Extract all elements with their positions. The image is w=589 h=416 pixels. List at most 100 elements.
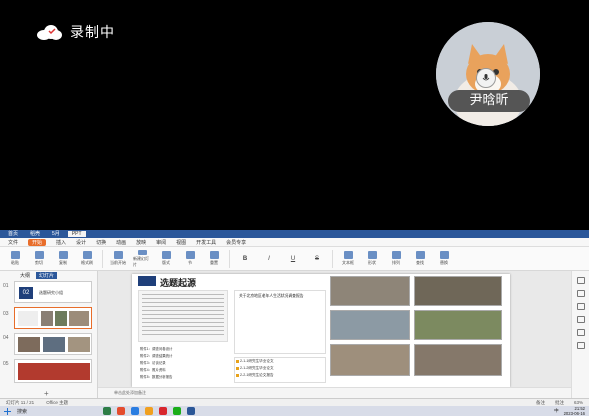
file-item[interactable]: 2-2-1研究生论文报告 (235, 372, 325, 379)
cut-icon (34, 251, 44, 259)
title-tab[interactable]: 稻壳 (26, 231, 44, 237)
find-button[interactable]: 查找 (411, 250, 429, 268)
copy-button[interactable]: 复制 (54, 250, 72, 268)
windows-start-icon[interactable] (4, 407, 11, 415)
thumb-number: 05 (3, 361, 9, 367)
ribbon: 粘贴 剪切 复制 格式刷 当前开始 新建幻灯片 版式 节 重置 B I U S … (0, 247, 589, 271)
document-page: 关于北京地区老年人生活状况调查报告 (234, 290, 326, 354)
menu-review[interactable]: 审阅 (156, 239, 166, 246)
file-item[interactable]: 2-1-2研究生毕业论文 (235, 365, 325, 372)
format-painter-button[interactable]: 格式刷 (78, 250, 96, 268)
play-icon (113, 251, 123, 259)
menu-animation[interactable]: 动画 (116, 239, 126, 246)
list-item: 附件5：数据分析报告 (140, 375, 173, 379)
arrange-icon (391, 251, 401, 259)
layout-button[interactable]: 版式 (157, 250, 175, 268)
bold-button[interactable]: B (236, 250, 254, 268)
list-item: 附件1：调查问卷设计 (140, 347, 173, 351)
slide-canvas[interactable]: 选题起源 附件1：调查问卷设计 附件2：调查结果统计 附件3：访谈记录 附件4：… (132, 274, 510, 387)
layout-icon (161, 251, 171, 259)
notes-area[interactable]: 单击此处添加备注 (98, 387, 571, 398)
wps-icon[interactable] (159, 407, 167, 415)
cut-button[interactable]: 剪切 (30, 250, 48, 268)
underline-button[interactable]: U (284, 250, 302, 268)
textbox-button[interactable]: 文本框 (339, 250, 357, 268)
clock[interactable]: 21:52 2023-06-16 (564, 406, 585, 416)
taskbar-search[interactable]: 搜索 (17, 408, 97, 415)
thumb-number: 01 (3, 283, 9, 289)
shape-button[interactable]: 形状 (363, 250, 381, 268)
notes-toggle[interactable]: 备注 (536, 400, 545, 406)
slide-position: 幻灯片 11 / 21 (6, 399, 35, 405)
thumbnail-tabs: 大纲 幻灯片 (0, 271, 97, 279)
menu-slideshow[interactable]: 放映 (136, 239, 146, 246)
menu-member[interactable]: 会员专享 (226, 239, 246, 246)
tab-outline[interactable]: 大纲 (20, 272, 30, 279)
photo (330, 276, 410, 306)
add-slide-icon[interactable]: + (44, 389, 49, 398)
thumb-number: 03 (3, 311, 9, 317)
start-from-current-button[interactable]: 当前开始 (109, 250, 127, 268)
theme-name: Office 主题 (46, 399, 69, 405)
italic-button[interactable]: I (260, 250, 278, 268)
strikethrough-button[interactable]: S (308, 250, 326, 268)
thumb-heading: 选题研究小组 (39, 290, 63, 295)
list-item: 附件4：照片资料 (140, 368, 166, 372)
title-tab-active[interactable]: PPT (67, 231, 86, 237)
recording-label: 录制中 (70, 25, 115, 41)
file-item[interactable]: 2-1-1研究生毕业论文 (235, 358, 325, 365)
paste-button[interactable]: 粘贴 (6, 250, 24, 268)
reset-button[interactable]: 重置 (205, 250, 223, 268)
photo (414, 276, 502, 306)
replace-icon (439, 251, 449, 259)
textbox-icon (343, 251, 353, 259)
menu-design[interactable]: 设计 (76, 239, 86, 246)
menu-file[interactable]: 文件 (8, 239, 18, 246)
animation-icon[interactable] (576, 290, 585, 297)
wechat-icon[interactable] (173, 407, 181, 415)
section-icon (185, 251, 195, 259)
backup-icon[interactable] (576, 316, 585, 323)
photo (414, 310, 502, 340)
menu-view[interactable]: 视图 (176, 239, 186, 246)
input-language[interactable]: 中 (554, 408, 559, 414)
share-icon[interactable] (576, 329, 585, 336)
tab-slides[interactable]: 幻灯片 (36, 272, 58, 279)
arrange-button[interactable]: 排列 (387, 250, 405, 268)
transition-icon[interactable] (576, 303, 585, 310)
settings-icon[interactable] (576, 342, 585, 349)
title-tab[interactable]: 5月 (48, 231, 64, 237)
cloud-icon (37, 25, 62, 40)
zoom-level[interactable]: 63% (574, 400, 583, 406)
mic-icon[interactable] (476, 68, 496, 88)
replace-button[interactable]: 替换 (435, 250, 453, 268)
folder-icon[interactable] (145, 407, 153, 415)
thumbnail-panel: 大纲 幻灯片 01 02 选题研究小组 03 04 05 + (0, 271, 98, 398)
app-icon[interactable] (117, 407, 125, 415)
comments-toggle[interactable]: 批注 (555, 400, 564, 406)
menu-transition[interactable]: 切换 (96, 239, 106, 246)
thumbnail-slide[interactable] (14, 333, 92, 355)
scanned-document (138, 290, 228, 342)
app-icon[interactable] (131, 407, 139, 415)
title-accent (138, 276, 156, 286)
menu-insert[interactable]: 插入 (56, 239, 66, 246)
reset-icon (209, 251, 219, 259)
thumbnail-slide[interactable]: 02 选题研究小组 (14, 281, 92, 303)
menu-home[interactable]: 开始 (28, 238, 47, 246)
property-icon[interactable] (576, 277, 585, 284)
title-tab[interactable]: 首页 (4, 231, 22, 237)
menu-bar: 文件 开始 插入 设计 切换 动画 放映 审阅 视图 开发工具 会员专享 (0, 238, 589, 247)
app-icon[interactable] (187, 407, 195, 415)
shape-icon (367, 251, 377, 259)
copy-icon (58, 251, 68, 259)
app-icon[interactable] (103, 407, 111, 415)
section-button[interactable]: 节 (181, 250, 199, 268)
paste-icon (10, 251, 20, 259)
menu-developer[interactable]: 开发工具 (196, 239, 216, 246)
recording-badge: 录制中 (36, 22, 115, 42)
thumbnail-slide-selected[interactable] (14, 307, 92, 329)
new-slide-button[interactable]: 新建幻灯片 (133, 249, 151, 268)
taskbar: 搜索 中 21:52 2023-06-16 (0, 406, 589, 416)
thumbnail-slide[interactable] (14, 359, 92, 383)
